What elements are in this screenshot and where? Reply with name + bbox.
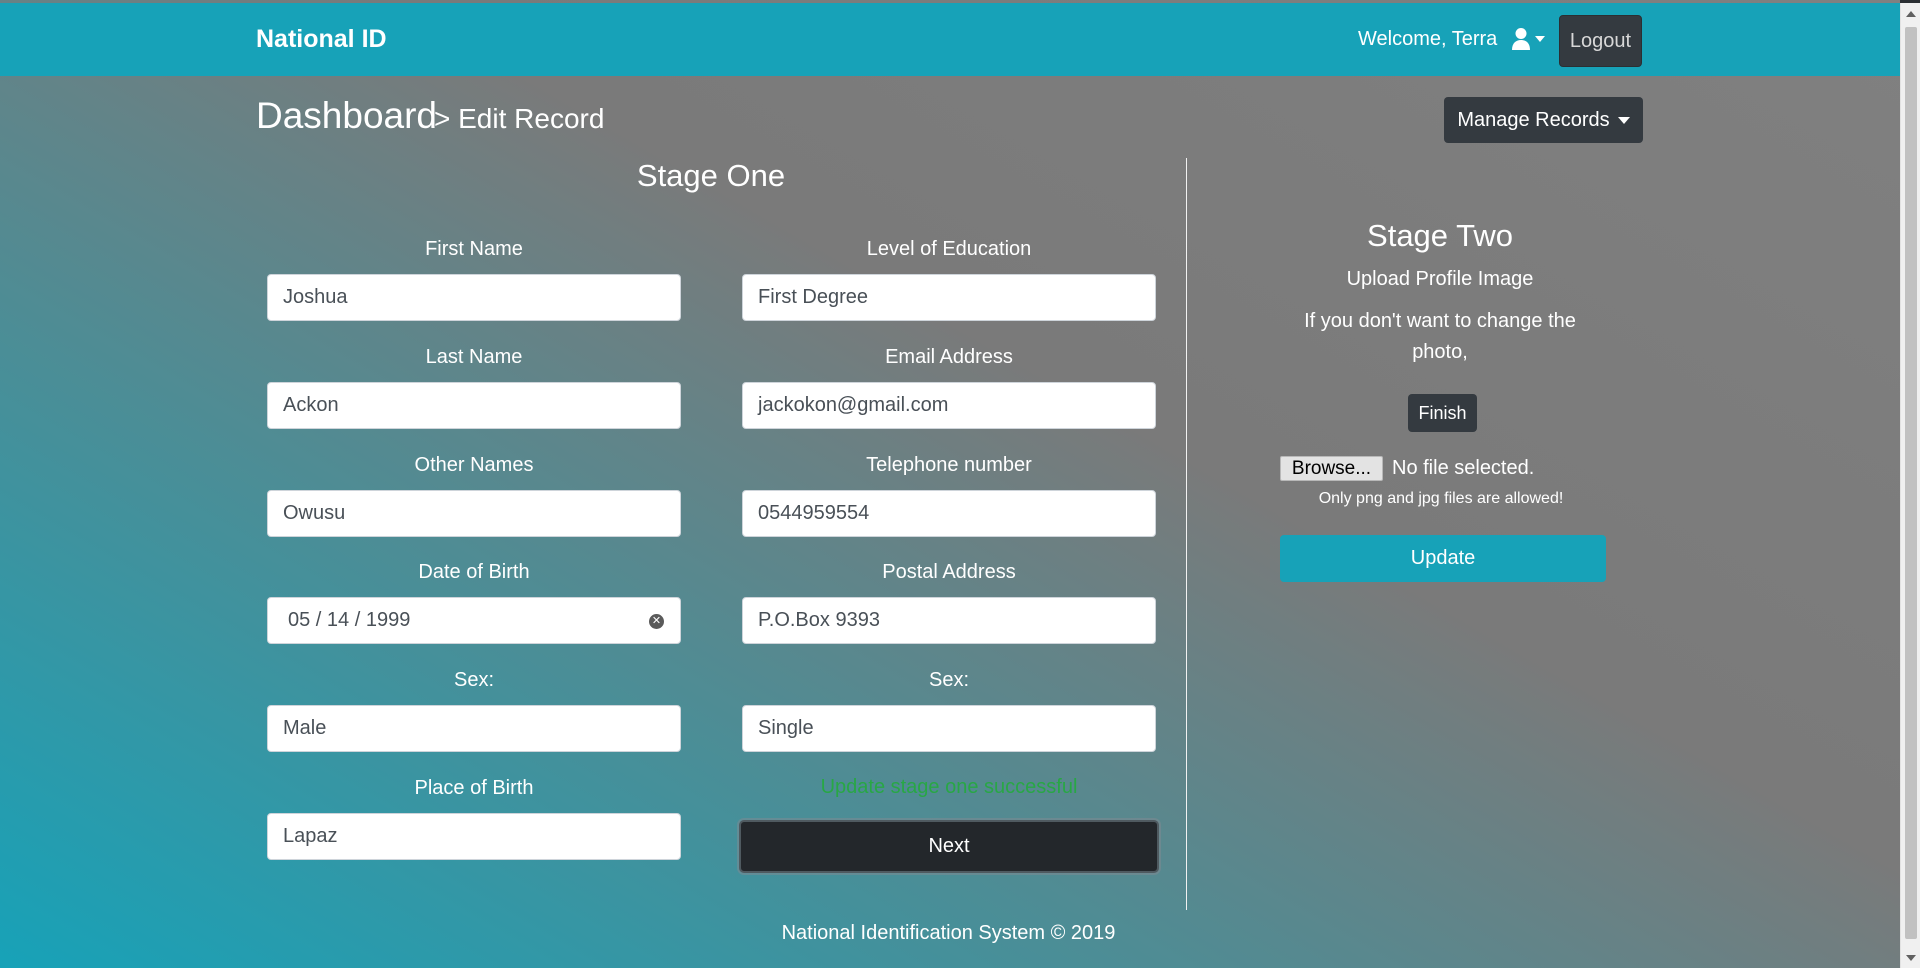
page-body: National ID Welcome, Terra Logout Dashbo… [0,0,1900,968]
user-menu-toggle[interactable] [1512,27,1548,53]
brand-link[interactable]: National ID [256,3,387,76]
logout-button[interactable]: Logout [1559,15,1642,67]
stage-one-title: Stage One [636,158,786,193]
email-address-label: Email Address [885,346,1013,368]
other-names-input[interactable]: Owusu [267,490,681,537]
first-name-input[interactable]: Joshua [267,274,681,321]
place-of-birth-label: Place of Birth [414,777,534,799]
other-names-label: Other Names [414,454,534,476]
telephone-number-label: Telephone number [866,454,1032,476]
breadcrumb-dashboard[interactable]: Dashboard [256,95,437,137]
date-of-birth-value: 05 / 14 / 1999 [288,609,411,631]
caret-down-icon [1617,116,1630,124]
date-of-birth-label: Date of Birth [418,561,530,583]
telephone-number-input[interactable]: 0544959554 [742,490,1156,537]
manage-records-label: Manage Records [1457,108,1610,131]
file-status-text: No file selected. [1392,457,1535,479]
file-type-hint: Only png and jpg files are allowed! [1318,490,1564,507]
email-address-input[interactable]: jackokon@gmail.com [742,382,1156,429]
column-divider [1186,158,1187,910]
scrollbar-thumb[interactable] [1905,27,1917,939]
chevron-down-icon [1535,36,1545,42]
user-icon [1512,28,1545,50]
sex-label: Sex: [453,669,495,691]
sex-input[interactable]: Male [267,705,681,752]
browse-button[interactable]: Browse... [1280,456,1383,481]
last-name-label: Last Name [425,346,523,368]
clear-circle-icon[interactable]: ✕ [649,614,664,629]
finish-button[interactable]: Finish [1408,394,1477,432]
marital-status-input[interactable]: Single [742,705,1156,752]
navbar: National ID Welcome, Terra Logout [0,3,1900,76]
last-name-input[interactable]: Ackon [267,382,681,429]
update-button[interactable]: Update [1280,535,1606,582]
success-message: Update stage one successful [820,776,1078,798]
marital-status-label: Sex: [928,669,970,691]
scroll-up-arrow-icon[interactable] [1906,11,1916,17]
postal-address-label: Postal Address [882,561,1016,583]
place-of-birth-input[interactable]: Lapaz [267,813,681,860]
manage-records-dropdown[interactable]: Manage Records [1444,97,1643,143]
postal-address-input[interactable]: P.O.Box 9393 [742,597,1156,644]
first-name-label: First Name [425,238,523,260]
photo-note: If you don't want to change the photo, [1304,310,1576,363]
upload-profile-image-label: Upload Profile Image [1346,268,1534,290]
scroll-down-arrow-icon[interactable] [1906,955,1916,961]
footer-text: National Identification System © 2019 [781,922,1116,944]
date-of-birth-input[interactable]: 05 / 14 / 1999 ✕ [267,597,681,644]
stage-two-title: Stage Two [1367,218,1513,253]
level-of-education-label: Level of Education [866,238,1032,260]
welcome-text: Welcome, Terra [1358,28,1498,50]
next-button[interactable]: Next [739,820,1159,873]
level-of-education-input[interactable]: First Degree [742,274,1156,321]
breadcrumb-current-page: > Edit Record [434,103,605,134]
vertical-scrollbar[interactable] [1900,3,1920,968]
